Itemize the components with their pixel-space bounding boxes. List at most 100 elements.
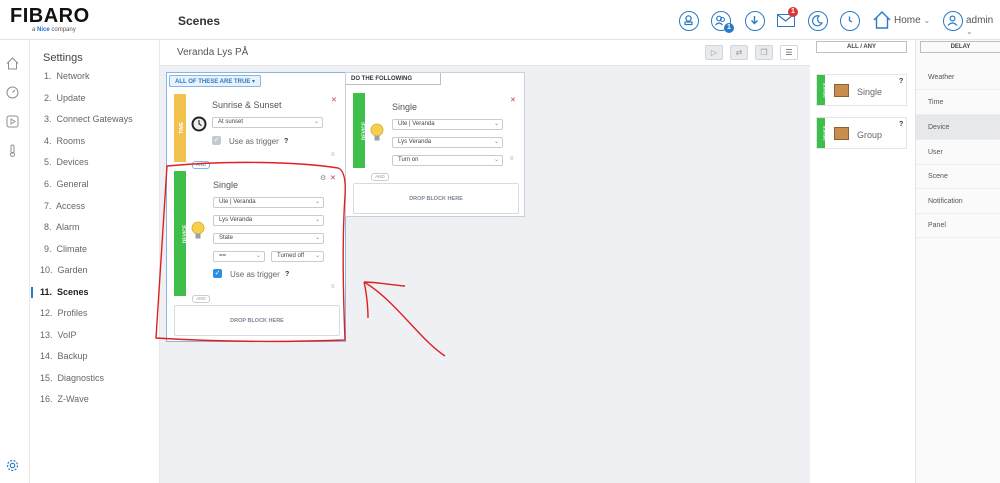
home-nav-icon[interactable] [6, 57, 19, 70]
drag-handle-icon[interactable]: ≡ [331, 284, 335, 290]
help-icon[interactable]: ? [899, 121, 903, 128]
conditions-panel: ALL OF THESE ARE TRUE ▾ TIME Sunrise & S… [166, 72, 346, 342]
menu-button[interactable]: ☰ [780, 45, 798, 60]
action-device-select[interactable]: Lys Veranda ⌄ [392, 137, 503, 148]
profile-icon[interactable] [679, 11, 699, 31]
condition-property-select[interactable]: State ⌄ [213, 233, 324, 244]
condition-device-select[interactable]: Lys Veranda ⌄ [213, 215, 324, 226]
settings-item-connect-gateways[interactable]: 3. Connect Gateways [44, 114, 133, 124]
settings-item-profiles[interactable]: 12. Profiles [40, 308, 88, 318]
settings-item-devices[interactable]: 5. Devices [44, 157, 89, 167]
users-icon[interactable]: 1 [711, 11, 734, 33]
device-condition-block[interactable]: DEVICE Single Ute | Veranda ⌄ Lys Veranda… [174, 171, 340, 296]
device-remove-icon[interactable]: ✕ [330, 174, 336, 182]
box-icon [834, 127, 849, 140]
category-notification[interactable]: Notification [916, 189, 1000, 214]
category-list: DELAY Weather Time Device User Scene Not… [915, 40, 1000, 483]
action-block-title: Single [392, 102, 418, 112]
action-room-select[interactable]: Ute | Veranda ⌄ [392, 119, 503, 130]
condition-operator-select[interactable]: == ⌄ [213, 251, 265, 262]
download-icon[interactable] [745, 11, 765, 31]
messages-icon[interactable]: 1 [777, 7, 798, 27]
convert-scene-button[interactable]: ⇄ [730, 45, 748, 60]
settings-item-voip[interactable]: 13. VoIP [40, 330, 77, 340]
category-weather[interactable]: Weather [916, 65, 1000, 90]
category-time[interactable]: Time [916, 90, 1000, 115]
conditions-mode-dropdown[interactable]: ALL OF THESE ARE TRUE ▾ [169, 75, 262, 87]
device-action-block[interactable]: DEVICE Single Ute | Veranda ⌄ Lys Veranda… [353, 93, 519, 168]
scenes-nav-icon[interactable] [6, 115, 19, 128]
lightbulb-icon [191, 221, 205, 239]
time-condition-block[interactable]: TIME Sunrise & Sunset At sunset ⌄ ✓ Use a… [174, 94, 340, 162]
settings-item-backup[interactable]: 14. Backup [40, 351, 88, 361]
clock-icon[interactable] [840, 11, 860, 31]
card-strip: DEVICE [817, 75, 827, 105]
settings-item-update[interactable]: 2. Update [44, 93, 86, 103]
device-trigger-checkbox[interactable]: ✓ [213, 269, 222, 278]
user-avatar-icon[interactable] [943, 11, 963, 31]
card-label: Group [857, 130, 883, 140]
settings-item-access[interactable]: 7. Access [44, 201, 85, 211]
dashboard-nav-icon[interactable] [6, 86, 19, 99]
settings-gear-icon[interactable] [6, 459, 19, 472]
settings-item-alarm[interactable]: 8. Alarm [44, 222, 80, 232]
settings-item-general[interactable]: 6. General [44, 179, 89, 189]
home-icon[interactable] [872, 10, 892, 30]
all-any-header[interactable]: ALL / ANY [816, 41, 907, 53]
condition-value-select[interactable]: Turned off ⌄ [271, 251, 324, 262]
condition-room-select[interactable]: Ute | Veranda ⌄ [213, 197, 324, 208]
device-trigger-label: Use as trigger [230, 270, 280, 279]
settings-title: Settings [43, 52, 83, 64]
sunset-select[interactable]: At sunset ⌄ [212, 117, 323, 128]
time-remove-icon[interactable]: ✕ [331, 96, 337, 104]
device-help-icon[interactable]: ? [285, 271, 289, 278]
fibaro-logo[interactable]: FIBARO a Nice company [10, 6, 90, 34]
actions-panel: DO THE FOLLOWING DEVICE Single Ute | Ver… [345, 72, 525, 217]
category-scene[interactable]: Scene [916, 164, 1000, 189]
settings-item-z-wave[interactable]: 16. Z-Wave [40, 394, 89, 404]
time-trigger-label: Use as trigger [229, 137, 279, 146]
weather-icon[interactable] [808, 11, 828, 31]
time-block-strip: TIME [174, 94, 186, 162]
action-remove-icon[interactable]: ✕ [510, 96, 516, 104]
copy-scene-button[interactable]: ❐ [755, 45, 773, 60]
palette-card-single[interactable]: DEVICE Single ? [816, 74, 907, 106]
action-block-strip: DEVICE [353, 93, 367, 168]
settings-item-rooms[interactable]: 4. Rooms [44, 136, 85, 146]
home-selector[interactable]: Home ⌄ [894, 15, 930, 26]
settings-item-diagnostics[interactable]: 15. Diagnostics [40, 373, 104, 383]
icon-rail [0, 40, 30, 483]
user-menu[interactable]: admin ⌄ [966, 15, 1000, 37]
conditions-drop-zone[interactable]: DROP BLOCK HERE [174, 305, 340, 336]
time-block-title: Sunrise & Sunset [212, 100, 282, 110]
settings-small-icon[interactable]: ⚙ [320, 174, 326, 182]
page-title: Scenes [178, 14, 221, 28]
category-user[interactable]: User [916, 140, 1000, 165]
scene-name[interactable]: Veranda Lys PÅ [177, 47, 248, 58]
category-panel[interactable]: Panel [916, 213, 1000, 238]
action-command-select[interactable]: Turn on ⌄ [392, 155, 503, 166]
run-scene-button[interactable]: ▷ [705, 45, 723, 60]
block-palette: ALL / ANY DEVICE Single ? DEVICE Group ? [810, 40, 915, 483]
messages-badge: 1 [788, 7, 798, 17]
clock-icon [191, 116, 207, 132]
category-device[interactable]: Device [916, 115, 1000, 140]
drag-handle-icon[interactable]: ≡ [331, 152, 335, 158]
device-block-title: Single [213, 180, 239, 190]
time-help-icon[interactable]: ? [284, 138, 288, 145]
actions-drop-zone[interactable]: DROP BLOCK HERE [353, 183, 519, 214]
help-icon[interactable]: ? [899, 78, 903, 85]
settings-item-scenes[interactable]: 11. Scenes [40, 287, 89, 297]
time-trigger-checkbox[interactable]: ✓ [212, 136, 221, 145]
drag-handle-icon[interactable]: ≡ [510, 156, 514, 162]
climate-nav-icon[interactable] [6, 144, 19, 157]
palette-card-group[interactable]: DEVICE Group ? [816, 117, 907, 149]
settings-item-garden[interactable]: 10. Garden [40, 265, 88, 275]
delay-header[interactable]: DELAY [920, 41, 1000, 53]
active-indicator [31, 287, 33, 298]
settings-item-climate[interactable]: 9. Climate [44, 244, 87, 254]
and-connector: AND [192, 161, 210, 169]
card-strip: DEVICE [817, 118, 827, 148]
and-connector-inactive: AND [192, 295, 210, 303]
settings-item-network[interactable]: 1. Network [44, 71, 90, 81]
